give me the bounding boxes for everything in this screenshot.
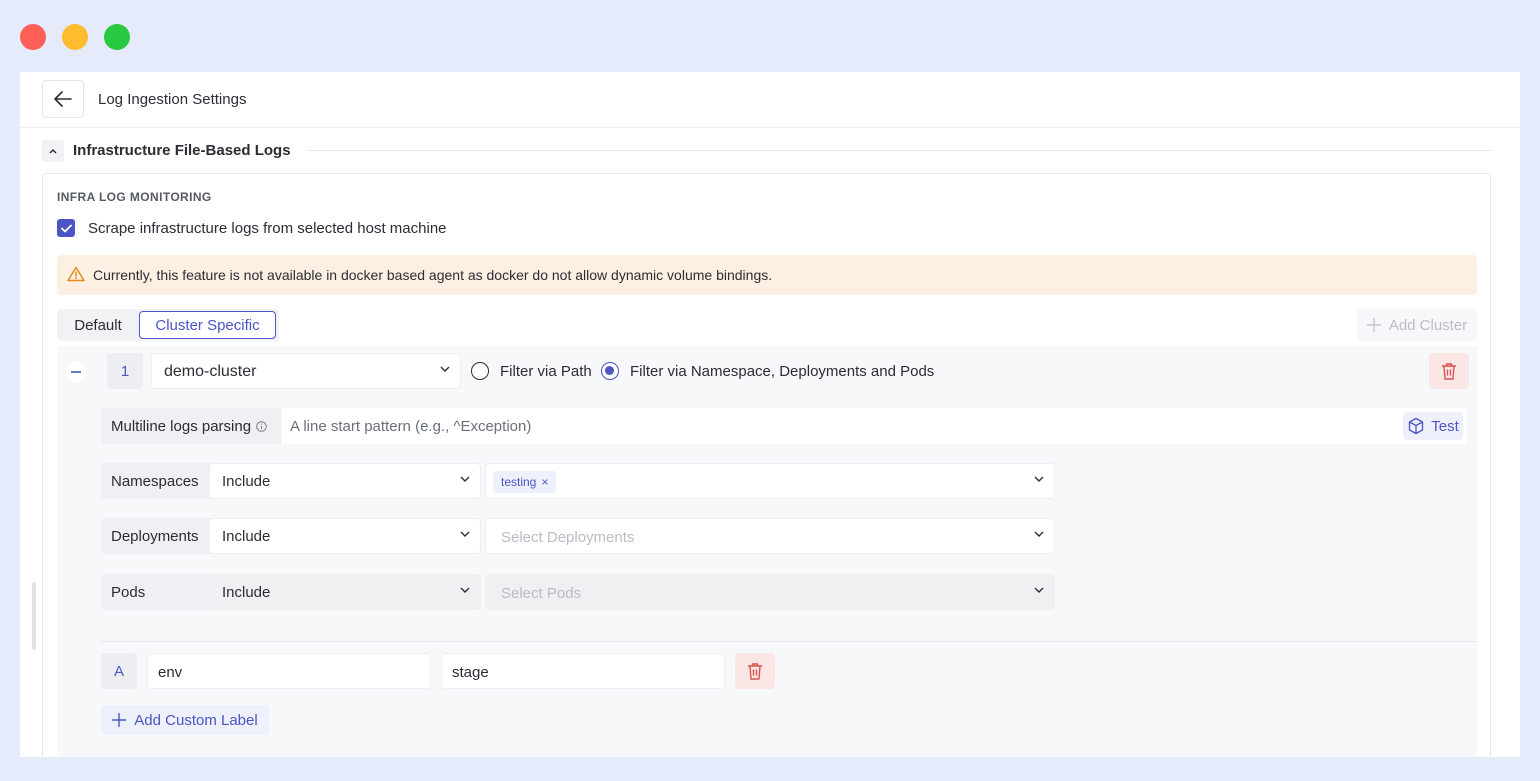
chevron-up-icon (49, 149, 57, 154)
top-bar: Log Ingestion Settings (20, 72, 1520, 128)
window-close-dot[interactable] (20, 24, 46, 50)
tab-cluster-specific[interactable]: Cluster Specific (139, 311, 276, 339)
filter-via-namespace-radio[interactable] (601, 362, 619, 380)
custom-label-key-value: env (158, 664, 183, 681)
cluster-select-value: demo-cluster (164, 363, 257, 380)
add-custom-label-button[interactable]: Add Custom Label (101, 705, 269, 735)
multiline-label: Multiline logs parsing (111, 417, 252, 435)
cube-icon (1409, 417, 1424, 435)
multiline-label-cell: Multiline logs parsing (101, 408, 281, 444)
add-cluster-label: Add Cluster (1388, 316, 1468, 334)
chevron-down-icon (460, 531, 470, 537)
trash-icon (748, 663, 762, 680)
multiline-pattern-input[interactable]: A line start pattern (e.g., ^Exception) … (281, 408, 1467, 444)
pods-label-text: Pods (111, 583, 146, 601)
namespace-chip[interactable]: testing × (493, 471, 557, 493)
pods-label: Pods (101, 574, 211, 610)
minus-icon (71, 371, 81, 373)
cluster-index: 1 (107, 353, 143, 389)
infra-log-card: INFRA LOG MONITORING Scrape infrastructu… (42, 173, 1491, 757)
deployments-mode-select[interactable]: Include (209, 518, 481, 554)
filter-via-path-label: Filter via Path (500, 363, 592, 380)
pods-placeholder: Select Pods (501, 585, 582, 602)
collapse-section-button[interactable] (42, 140, 64, 162)
deployments-label-text: Deployments (111, 527, 199, 545)
chevron-down-icon (1034, 531, 1044, 537)
app-window: Log Ingestion Settings Infrastructure Fi… (20, 72, 1520, 757)
namespaces-mode-value: Include (222, 473, 271, 490)
custom-label-value-value: stage (452, 664, 489, 681)
plus-icon (112, 713, 127, 727)
warning-banner: Currently, this feature is not available… (57, 255, 1477, 295)
plus-icon (1366, 318, 1381, 332)
namespaces-multiselect[interactable]: testing × (485, 463, 1055, 499)
pods-mode-select[interactable]: Include (209, 574, 481, 610)
collapse-cluster-button[interactable] (65, 361, 87, 383)
namespaces-label-text: Namespaces (111, 472, 199, 490)
chevron-down-icon (440, 366, 450, 372)
scope-tabs: Default Cluster Specific (57, 309, 279, 341)
warning-text: Currently, this feature is not available… (93, 267, 773, 283)
pods-mode-value: Include (222, 584, 271, 601)
pods-multiselect[interactable]: Select Pods (485, 574, 1055, 610)
test-button-label: Test (1431, 417, 1459, 435)
cluster-panel: 1 demo-cluster Filter via Path Filter vi… (57, 346, 1477, 757)
add-cluster-button[interactable]: Add Cluster (1357, 309, 1477, 341)
check-icon (60, 224, 72, 232)
back-button[interactable] (42, 80, 84, 118)
deployments-label: Deployments (101, 518, 211, 554)
trash-icon (1442, 363, 1456, 380)
filter-via-namespace-label: Filter via Namespace, Deployments and Po… (630, 363, 935, 380)
chevron-down-icon (460, 476, 470, 482)
deployments-placeholder: Select Deployments (501, 529, 635, 546)
delete-cluster-button[interactable] (1429, 353, 1469, 389)
warning-icon (67, 266, 85, 282)
namespaces-label: Namespaces (101, 463, 211, 499)
custom-label-key-input[interactable]: env (147, 653, 431, 689)
tab-default[interactable]: Default (59, 311, 137, 339)
scrollbar-thumb[interactable] (32, 582, 36, 650)
info-icon (256, 420, 267, 432)
scrape-logs-checkbox[interactable] (57, 219, 75, 237)
delete-custom-label-button[interactable] (735, 653, 775, 689)
section-divider (307, 150, 1492, 151)
add-custom-label-text: Add Custom Label (134, 711, 258, 729)
deployments-multiselect[interactable]: Select Deployments (485, 518, 1055, 554)
custom-labels-divider (101, 641, 1477, 642)
chevron-down-icon (460, 587, 470, 593)
multiline-pattern-placeholder: A line start pattern (e.g., ^Exception) (290, 418, 532, 435)
page-title: Log Ingestion Settings (98, 91, 247, 108)
chevron-down-icon (1034, 476, 1044, 482)
section-header: Infrastructure File-Based Logs (42, 140, 1492, 162)
test-pattern-button[interactable]: Test (1403, 412, 1463, 440)
cluster-select[interactable]: demo-cluster (151, 353, 461, 389)
custom-label-badge: A (101, 653, 137, 689)
chevron-down-icon (1034, 587, 1044, 593)
namespace-chip-label: testing (501, 475, 537, 489)
window-minimize-dot[interactable] (62, 24, 88, 50)
section-title: Infrastructure File-Based Logs (73, 142, 291, 159)
scrape-logs-label: Scrape infrastructure logs from selected… (88, 220, 447, 237)
arrow-left-icon (54, 91, 72, 107)
namespaces-mode-select[interactable]: Include (209, 463, 481, 499)
custom-label-value-input[interactable]: stage (441, 653, 725, 689)
remove-chip-icon[interactable]: × (541, 475, 548, 489)
deployments-mode-value: Include (222, 528, 271, 545)
window-maximize-dot[interactable] (104, 24, 130, 50)
infra-log-monitoring-heading: INFRA LOG MONITORING (57, 190, 212, 204)
filter-via-path-radio[interactable] (471, 362, 489, 380)
